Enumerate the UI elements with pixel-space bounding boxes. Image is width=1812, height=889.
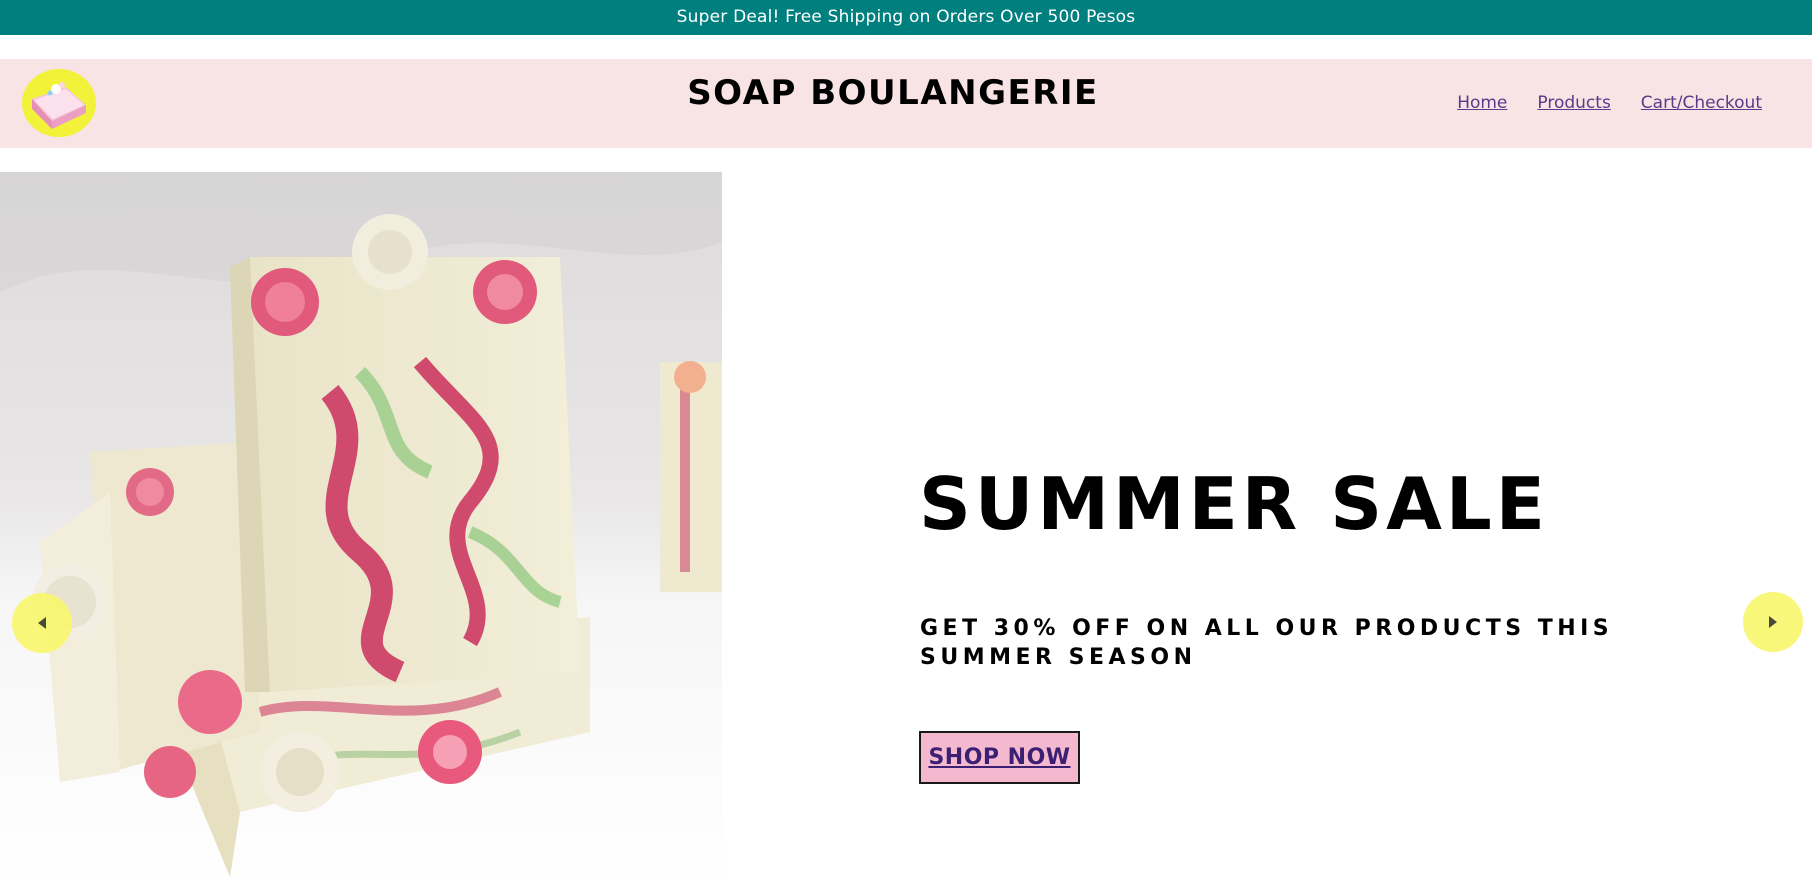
- soap-bars-illustration: [0, 172, 722, 889]
- slider-prev-button[interactable]: [12, 593, 72, 653]
- nav-cart-checkout-link[interactable]: Cart/Checkout: [1641, 93, 1762, 113]
- soap-bars-photo: [0, 172, 722, 889]
- announcement-text: Super Deal! Free Shipping on Orders Over…: [676, 7, 1136, 27]
- main-nav: Home Products Cart/Checkout: [1457, 93, 1762, 113]
- shop-now-button[interactable]: SHOP NOW: [919, 731, 1080, 784]
- chevron-right-icon: [1769, 616, 1777, 628]
- nav-home-link[interactable]: Home: [1457, 93, 1507, 113]
- slider-next-button[interactable]: [1743, 592, 1803, 652]
- announcement-bar: Super Deal! Free Shipping on Orders Over…: [0, 0, 1812, 35]
- chevron-left-icon: [38, 617, 46, 629]
- site-header: SOAP BOULANGERIE Home Products Cart/Chec…: [0, 59, 1812, 148]
- hero-subtitle: GET 30% OFF ON ALL OUR PRODUCTS THIS SUM…: [920, 616, 1614, 670]
- hero-slider: SUMMER SALE GET 30% OFF ON ALL OUR PRODU…: [0, 172, 1812, 889]
- hero-title: SUMMER SALE: [919, 462, 1549, 546]
- nav-products-link[interactable]: Products: [1537, 93, 1610, 113]
